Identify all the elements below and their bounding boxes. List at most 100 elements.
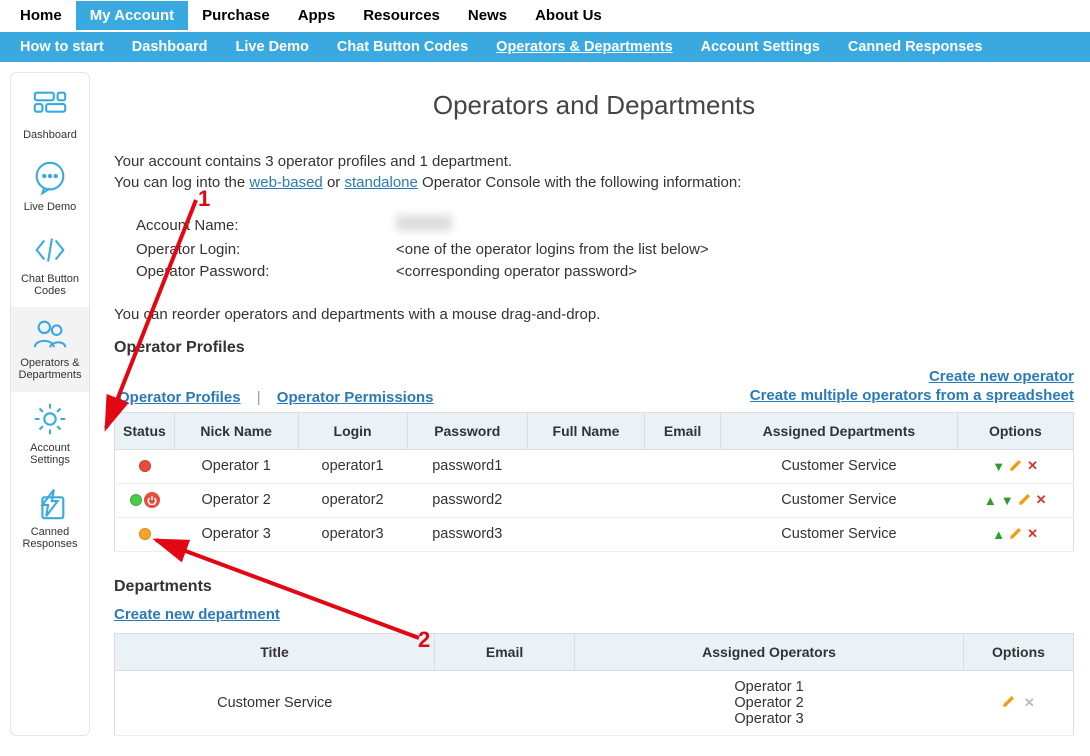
table-row[interactable]: Operator 2operator2password2Customer Ser… bbox=[115, 483, 1074, 517]
delete-icon: ✕ bbox=[1024, 695, 1035, 711]
sidebar-item-live-demo[interactable]: Live Demo bbox=[11, 151, 89, 223]
sidebar-item-label: Canned Responses bbox=[13, 526, 87, 550]
sidebar: Dashboard Live Demo Chat Button Codes Op… bbox=[10, 72, 90, 736]
nav-my-account[interactable]: My Account bbox=[76, 1, 188, 30]
force-logout-icon[interactable] bbox=[144, 492, 160, 508]
move-down-icon[interactable]: ▼ bbox=[1001, 493, 1014, 508]
people-icon bbox=[31, 315, 69, 353]
intro-part: Operator Console with the following info… bbox=[418, 174, 742, 191]
delete-icon[interactable]: ✕ bbox=[1027, 458, 1038, 474]
cell-options: ▲✕ bbox=[957, 517, 1073, 551]
departments-heading: Departments bbox=[114, 578, 1074, 596]
edit-icon[interactable] bbox=[1002, 694, 1016, 711]
subnav-dashboard[interactable]: Dashboard bbox=[118, 39, 222, 55]
cell-assigned: Customer Service bbox=[721, 517, 958, 551]
dcol-email: Email bbox=[435, 633, 575, 670]
dcol-title: Title bbox=[115, 633, 435, 670]
cell-options: ▼✕ bbox=[957, 449, 1073, 483]
sidebar-item-label: Dashboard bbox=[23, 129, 77, 141]
page-title: Operators and Departments bbox=[114, 90, 1074, 121]
cell-nick: Operator 3 bbox=[174, 517, 298, 551]
link-create-operator[interactable]: Create new operator bbox=[750, 367, 1074, 387]
subnav-live-demo[interactable]: Live Demo bbox=[222, 39, 323, 55]
sidebar-item-operators-departments[interactable]: Operators & Departments bbox=[11, 307, 89, 391]
table-row[interactable]: Operator 3operator3password3Customer Ser… bbox=[115, 517, 1074, 551]
cell-fullname bbox=[527, 483, 644, 517]
nav-purchase[interactable]: Purchase bbox=[188, 1, 284, 30]
status-dot-icon bbox=[139, 528, 151, 540]
sidebar-item-chat-button-codes[interactable]: Chat Button Codes bbox=[11, 223, 89, 307]
sidebar-item-account-settings[interactable]: Account Settings bbox=[11, 392, 89, 476]
operator-login-label: Operator Login: bbox=[136, 239, 396, 262]
chat-icon bbox=[31, 159, 69, 197]
nav-home[interactable]: Home bbox=[6, 1, 76, 30]
cell-assigned: Customer Service bbox=[721, 449, 958, 483]
cell-email bbox=[435, 670, 575, 735]
move-down-icon[interactable]: ▼ bbox=[992, 459, 1005, 474]
subnav-canned-responses[interactable]: Canned Responses bbox=[834, 39, 997, 55]
cell-password: password1 bbox=[407, 449, 527, 483]
subnav-chat-button-codes[interactable]: Chat Button Codes bbox=[323, 39, 482, 55]
account-name-label: Account Name: bbox=[136, 215, 396, 239]
link-standalone[interactable]: standalone bbox=[344, 174, 417, 191]
delete-icon[interactable]: ✕ bbox=[1036, 492, 1047, 508]
gear-icon bbox=[31, 400, 69, 438]
cell-password: password2 bbox=[407, 483, 527, 517]
sidebar-item-label: Operators & Departments bbox=[13, 357, 87, 381]
subnav-how-to-start[interactable]: How to start bbox=[6, 39, 118, 55]
operator-profiles-heading: Operator Profiles bbox=[114, 339, 1074, 357]
cell-email bbox=[645, 483, 721, 517]
canned-icon bbox=[31, 484, 69, 522]
cell-assigned-ops: Operator 1Operator 2Operator 3 bbox=[575, 670, 964, 735]
sidebar-item-dashboard[interactable]: Dashboard bbox=[11, 79, 89, 151]
col-login: Login bbox=[298, 412, 407, 449]
col-status: Status bbox=[115, 412, 175, 449]
move-up-icon[interactable]: ▲ bbox=[992, 527, 1005, 542]
col-fullname: Full Name bbox=[527, 412, 644, 449]
nav-apps[interactable]: Apps bbox=[284, 1, 350, 30]
cell-login: operator1 bbox=[298, 449, 407, 483]
cell-fullname bbox=[527, 517, 644, 551]
content: Operators and Departments Your account c… bbox=[94, 72, 1080, 736]
nav-about[interactable]: About Us bbox=[521, 1, 616, 30]
link-create-department[interactable]: Create new department bbox=[114, 606, 280, 623]
cell-nick: Operator 2 bbox=[174, 483, 298, 517]
tab-operator-profiles[interactable]: Operator Profiles bbox=[114, 389, 245, 406]
cell-title: Customer Service bbox=[115, 670, 435, 735]
delete-icon[interactable]: ✕ bbox=[1027, 526, 1038, 542]
cell-login: operator2 bbox=[298, 483, 407, 517]
cell-login: operator3 bbox=[298, 517, 407, 551]
tab-operator-permissions[interactable]: Operator Permissions bbox=[273, 389, 438, 406]
dcol-assigned: Assigned Operators bbox=[575, 633, 964, 670]
account-name-value-blurred bbox=[396, 215, 452, 231]
edit-icon[interactable] bbox=[1018, 492, 1032, 509]
intro-line1: Your account contains 3 operator profile… bbox=[114, 151, 1074, 172]
sidebar-item-label: Account Settings bbox=[13, 442, 87, 466]
link-web-based[interactable]: web-based bbox=[249, 174, 322, 191]
top-nav: Home My Account Purchase Apps Resources … bbox=[0, 0, 1090, 32]
sidebar-item-label: Live Demo bbox=[24, 201, 77, 213]
col-options: Options bbox=[957, 412, 1073, 449]
sidebar-item-canned-responses[interactable]: Canned Responses bbox=[11, 476, 89, 560]
tab-separator: | bbox=[249, 389, 269, 406]
sidebar-item-label: Chat Button Codes bbox=[13, 273, 87, 297]
intro-part: You can log into the bbox=[114, 174, 249, 191]
edit-icon[interactable] bbox=[1009, 526, 1023, 543]
cell-email bbox=[645, 517, 721, 551]
link-create-multiple-operators[interactable]: Create multiple operators from a spreads… bbox=[750, 386, 1074, 406]
col-password: Password bbox=[407, 412, 527, 449]
move-up-icon[interactable]: ▲ bbox=[984, 493, 997, 508]
table-row[interactable]: Operator 1operator1password1Customer Ser… bbox=[115, 449, 1074, 483]
cell-fullname bbox=[527, 449, 644, 483]
cell-options: ✕ bbox=[964, 670, 1074, 735]
subnav-operators-departments[interactable]: Operators & Departments bbox=[482, 39, 686, 55]
subnav-account-settings[interactable]: Account Settings bbox=[687, 39, 834, 55]
edit-icon[interactable] bbox=[1009, 458, 1023, 475]
col-nick: Nick Name bbox=[174, 412, 298, 449]
cell-options: ▲ ▼ ✕ bbox=[957, 483, 1073, 517]
nav-resources[interactable]: Resources bbox=[349, 1, 454, 30]
intro-text: Your account contains 3 operator profile… bbox=[114, 151, 1074, 193]
operator-password-label: Operator Password: bbox=[136, 261, 396, 284]
table-row[interactable]: Customer Service Operator 1Operator 2Oper… bbox=[115, 670, 1074, 735]
nav-news[interactable]: News bbox=[454, 1, 521, 30]
